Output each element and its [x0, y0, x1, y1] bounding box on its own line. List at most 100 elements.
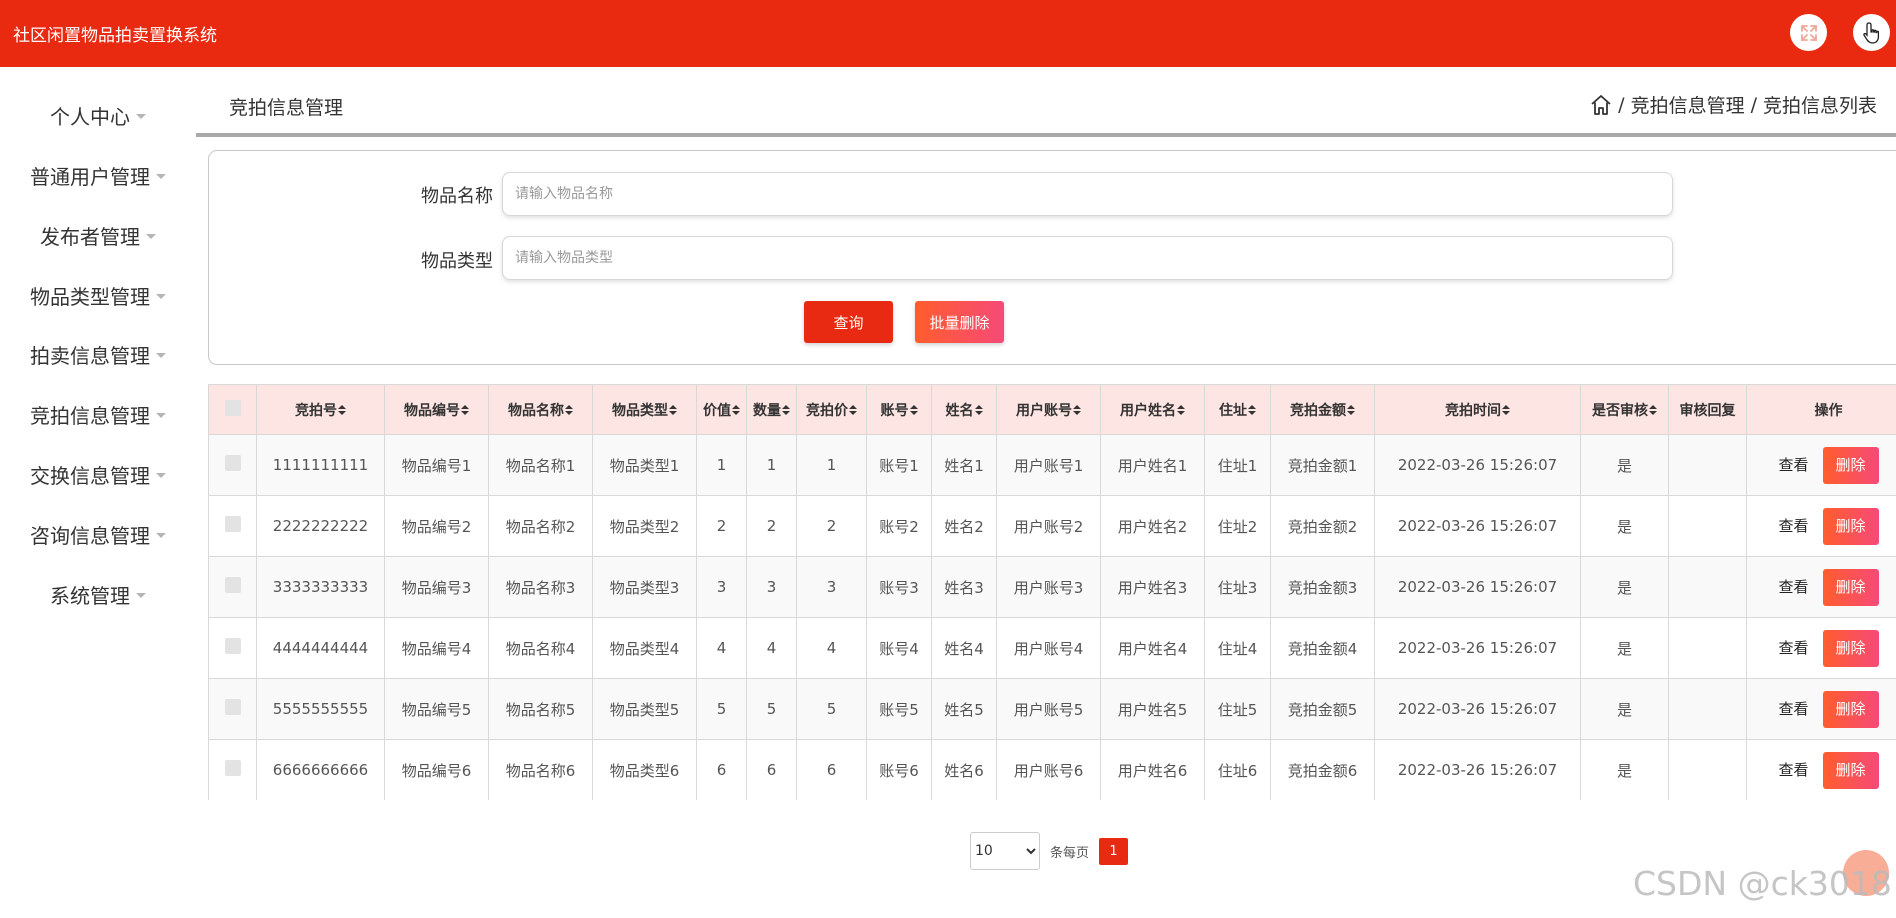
column-header[interactable]: 竞拍金额 [1270, 384, 1375, 435]
sidebar-item-consultation-management[interactable]: 咨询信息管理 [0, 520, 196, 549]
table-cell: 4444444444 [256, 617, 385, 679]
row-select-cell[interactable] [208, 617, 257, 679]
table-cell [1668, 617, 1747, 679]
table-cell: 3 [796, 556, 867, 618]
row-select-cell[interactable] [208, 495, 257, 557]
delete-button[interactable]: 删除 [1822, 507, 1879, 545]
table-cell: 物品编号6 [384, 739, 489, 800]
breadcrumb-item[interactable]: 竞拍信息管理 [1631, 91, 1745, 118]
view-link[interactable]: 查看 [1778, 639, 1808, 657]
table-cell: 物品类型6 [592, 739, 697, 800]
table-cell: 6666666666 [256, 739, 385, 800]
sidebar-item-item-type-management[interactable]: 物品类型管理 [0, 281, 196, 310]
hand-pointer-icon [1862, 21, 1879, 44]
column-header[interactable]: 是否审核 [1580, 384, 1669, 435]
column-header[interactable]: 物品编号 [384, 384, 489, 435]
sort-icon [1248, 404, 1256, 415]
column-header[interactable]: 竞拍价 [796, 384, 867, 435]
row-select-cell[interactable] [208, 556, 257, 618]
page-title: 竞拍信息管理 [229, 97, 344, 119]
sidebar-item-auction-management[interactable]: 拍卖信息管理 [0, 340, 196, 369]
sidebar-item-exchange-management[interactable]: 交换信息管理 [0, 460, 196, 489]
page-size-select[interactable]: 10 [970, 832, 1040, 870]
table-cell: 1 [746, 434, 797, 496]
batch-delete-button[interactable]: 批量删除 [915, 301, 1004, 343]
breadcrumb-separator: / [1750, 93, 1757, 116]
delete-button[interactable]: 删除 [1822, 751, 1879, 789]
row-checkbox[interactable] [224, 516, 241, 532]
table-cell: 2 [746, 495, 797, 557]
view-link[interactable]: 查看 [1778, 456, 1808, 474]
table-cell: 物品类型2 [592, 495, 697, 557]
column-header[interactable]: 姓名 [931, 384, 997, 435]
view-link[interactable]: 查看 [1778, 517, 1808, 535]
row-checkbox[interactable] [224, 455, 241, 471]
query-button[interactable]: 查询 [804, 301, 893, 343]
row-select-cell[interactable] [208, 434, 257, 496]
column-header[interactable]: 竞拍时间 [1374, 384, 1581, 435]
column-header[interactable]: 账号 [866, 384, 932, 435]
sidebar-item-user-management[interactable]: 普通用户管理 [0, 161, 196, 190]
delete-button[interactable]: 删除 [1822, 446, 1879, 484]
row-actions-cell: 查看 删除 [1746, 678, 1896, 740]
sidebar-item-system-management[interactable]: 系统管理 [0, 580, 196, 609]
column-header[interactable]: 用户姓名 [1100, 384, 1205, 435]
delete-button[interactable]: 删除 [1822, 568, 1879, 606]
table-cell: 竞拍金额2 [1270, 495, 1375, 557]
table-cell: 5 [696, 678, 747, 740]
column-header[interactable]: 价值 [696, 384, 747, 435]
page-number-current[interactable]: 1 [1099, 837, 1129, 865]
user-avatar-button[interactable] [1853, 14, 1890, 51]
row-checkbox[interactable] [224, 699, 241, 715]
table-cell: 物品编号2 [384, 495, 489, 557]
caret-down-icon [156, 473, 166, 478]
table-cell: 2022-03-26 15:26:07 [1374, 556, 1581, 618]
caret-down-icon [156, 294, 166, 299]
home-icon[interactable] [1590, 94, 1612, 116]
row-checkbox[interactable] [224, 638, 241, 654]
delete-button[interactable]: 删除 [1822, 629, 1879, 667]
item-type-input[interactable] [502, 236, 1673, 280]
caret-down-icon [136, 593, 146, 598]
sort-icon [909, 404, 918, 415]
sidebar-item-bidding-management[interactable]: 竞拍信息管理 [0, 400, 196, 429]
sidebar-item-personal-center[interactable]: 个人中心 [0, 101, 196, 130]
row-checkbox[interactable] [224, 760, 241, 776]
table-cell: 竞拍金额4 [1270, 617, 1375, 679]
item-name-input[interactable] [502, 172, 1673, 216]
row-select-cell[interactable] [208, 678, 257, 740]
bidding-table: 竞拍号 物品编号 物品名称 物品类型 价值 数量 竞拍价 账号 姓名 用户账号 … [208, 384, 1896, 800]
table-cell: 3 [746, 556, 797, 618]
fullscreen-button[interactable] [1790, 14, 1827, 51]
column-header[interactable]: 用户账号 [996, 384, 1101, 435]
view-link[interactable]: 查看 [1778, 761, 1808, 779]
table-cell: 2 [696, 495, 747, 557]
sort-icon [1502, 404, 1510, 415]
column-header[interactable]: 竞拍号 [256, 384, 385, 435]
breadcrumb: / 竞拍信息管理 / 竞拍信息列表 [1590, 91, 1877, 118]
caret-down-icon [156, 533, 166, 538]
table-cell: 住址3 [1204, 556, 1271, 618]
table-cell: 竞拍金额6 [1270, 739, 1375, 800]
row-select-cell[interactable] [208, 739, 257, 800]
column-header[interactable]: 物品类型 [592, 384, 697, 435]
sidebar: 个人中心 普通用户管理 发布者管理 物品类型管理 拍卖信息管理 竞拍信息管理 交… [0, 67, 196, 918]
column-header[interactable]: 住址 [1204, 384, 1271, 435]
table-cell: 姓名5 [931, 678, 997, 740]
select-all-cell[interactable] [208, 384, 257, 435]
table-cell: 用户账号3 [996, 556, 1101, 618]
column-header[interactable]: 物品名称 [488, 384, 593, 435]
delete-button[interactable]: 删除 [1822, 690, 1879, 728]
row-actions-cell: 查看 删除 [1746, 556, 1896, 618]
view-link[interactable]: 查看 [1778, 700, 1808, 718]
table-cell: 5 [796, 678, 867, 740]
sidebar-item-publisher-management[interactable]: 发布者管理 [0, 221, 196, 250]
table-cell: 账号6 [866, 739, 932, 800]
view-link[interactable]: 查看 [1778, 578, 1808, 596]
row-checkbox[interactable] [224, 577, 241, 593]
table-row: 4444444444 物品编号4 物品名称4 物品类型4 4 4 4 账号4 姓名4 用户账号4 用… [208, 617, 1896, 679]
column-header[interactable]: 数量 [746, 384, 797, 435]
table-cell: 5555555555 [256, 678, 385, 740]
sort-icon [1073, 404, 1081, 415]
select-all-checkbox[interactable] [224, 399, 241, 416]
